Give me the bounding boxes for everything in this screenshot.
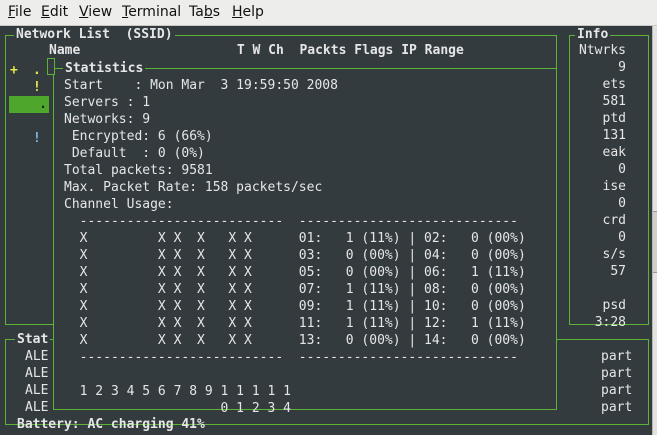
statistics-line: -------------------------- -------------… (64, 350, 518, 365)
statistics-line: X X X X X X 05: 0 (00%) | 06: 1 (11%) (64, 265, 526, 280)
info-row: 581 (602, 94, 626, 109)
statistics-line: Encrypted: 6 (66%) (64, 129, 213, 144)
statistics-title: Statistics (63, 60, 146, 77)
battery-status: Battery: AC charging 41% (17, 417, 205, 432)
status-line: ALE (25, 383, 49, 398)
statistics-line: X X X X X X 07: 1 (11%) | 08: 0 (00%) (64, 282, 526, 297)
info-row: ptd (602, 111, 626, 126)
network-flag: ! (33, 80, 41, 95)
info-row: s/s (602, 247, 626, 262)
statistics-line: Networks: 9 (64, 112, 151, 127)
info-row: 9 (618, 60, 626, 75)
statistics-line: Total packets: 9581 (64, 163, 213, 178)
info-row: ets (602, 77, 626, 92)
status-line: ALE (25, 400, 49, 415)
menu-terminal[interactable]: Terminal (122, 4, 181, 20)
network-list-title: Network List (SSID) (14, 26, 175, 43)
statistics-line: X X X X X X 03: 0 (00%) | 04: 0 (00%) (64, 248, 526, 263)
info-row: 0 (618, 162, 626, 177)
info-title: Info (575, 26, 611, 43)
info-row: 57 (610, 264, 626, 279)
status-line-right: part (601, 349, 633, 364)
statistics-line: Servers : 1 (64, 95, 151, 110)
terminal-view[interactable]: Network List (SSID) Name T W Ch Packts F… (0, 26, 653, 435)
info-row: psd (602, 298, 626, 313)
menu-edit[interactable]: Edit (41, 4, 68, 20)
statistics-line: X X X X X X 09: 1 (11%) | 10: 0 (00%) (64, 299, 526, 314)
statistics-line: X X X X X X 01: 1 (11%) | 02: 0 (00%) (64, 231, 526, 246)
info-row: crd (602, 213, 626, 228)
info-row: 0 (618, 196, 626, 211)
network-flag: + (10, 63, 18, 78)
statistics-line: Channel Usage: (64, 197, 174, 212)
statistics-line: 0 1 2 3 4 (64, 401, 291, 416)
statistics-line: -------------------------- -------------… (64, 214, 518, 229)
status-line-right: part (601, 383, 633, 398)
status-line-right: part (601, 400, 633, 415)
statistics-line: X X X X X X 13: 0 (00%) | 14: 0 (00%) (64, 333, 526, 348)
network-flag: ! (33, 131, 41, 146)
statistics-popup: Statistics Start : Mon Mar 3 19:59:50 20… (53, 60, 557, 416)
info-row: eak (602, 145, 626, 160)
scrollbar[interactable] (652, 26, 657, 435)
scrollbar-thumb[interactable] (653, 211, 657, 273)
info-row: 131 (602, 128, 626, 143)
statistics-line: 1 2 3 4 5 6 7 8 9 1 1 1 1 1 (64, 384, 291, 399)
status-line: ALE (25, 366, 49, 381)
menu-view[interactable]: View (79, 4, 112, 20)
statistics-line: Max. Packet Rate: 158 packets/sec (64, 180, 323, 195)
status-title: Stat (15, 331, 51, 348)
statistics-line: Default : 0 (0%) (64, 146, 205, 161)
network-list-header: Name T W Ch Packts Flags IP Range (49, 43, 464, 58)
menu-help[interactable]: Help (232, 4, 264, 20)
info-row: Ntwrks (579, 43, 626, 58)
statistics-line: Start : Mon Mar 3 19:59:50 2008 (64, 78, 338, 93)
cursor (47, 58, 55, 75)
status-line: ALE (25, 349, 49, 364)
menu-bar: File Edit View Terminal Tabs Help (0, 0, 657, 26)
network-flag: . (33, 63, 41, 78)
info-row: 3:28 (594, 315, 626, 330)
statistics-line: X X X X X X 11: 1 (11%) | 12: 1 (11%) (64, 316, 526, 331)
status-line-right: part (601, 366, 633, 381)
menu-tabs[interactable]: Tabs (189, 4, 220, 20)
info-row: 0 (618, 230, 626, 245)
info-row: ise (602, 179, 626, 194)
network-flag: . (9, 96, 49, 113)
menu-file[interactable]: File (8, 4, 31, 20)
